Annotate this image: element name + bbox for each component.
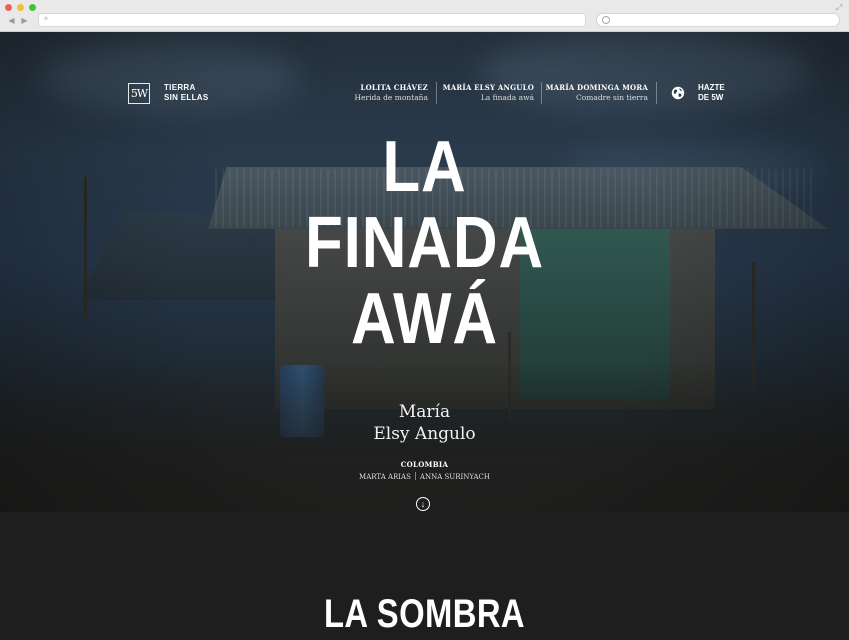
minimize-window-button[interactable]	[17, 4, 24, 11]
hero-subject-name: María	[398, 402, 451, 422]
nav-divider	[656, 82, 657, 104]
nav-item-name: LOLITA CHÁVEZ	[360, 83, 428, 92]
globe-icon[interactable]	[671, 86, 685, 100]
new-tab-icon[interactable]: +	[43, 14, 49, 26]
nav-item-maria-dominga-mora[interactable]: MARÍA DOMINGA MORA Comadre sin tierra	[546, 83, 648, 103]
brand-line: TIERRA	[164, 83, 196, 92]
nav-item-subtitle: Herida de montaña	[354, 93, 429, 102]
next-section-title: LA SOMBRA	[323, 592, 526, 636]
credit-divider	[414, 472, 416, 480]
nav-item-subtitle: Comadre sin tierra	[575, 93, 648, 102]
5w-logo[interactable]: 5W	[128, 83, 150, 104]
join-line: HAZTE	[698, 83, 725, 92]
country-label: COLOMBIA	[400, 460, 449, 469]
nav-divider	[541, 82, 542, 104]
nav-item-subtitle: La finada awá	[480, 93, 534, 102]
history-nav: ◀ ▶	[5, 14, 33, 27]
author-credit[interactable]: MARTA ARIAS	[359, 473, 411, 481]
hero-title-line: LA	[382, 127, 467, 207]
forward-icon[interactable]: ▶	[18, 14, 31, 27]
brand-line: SIN ELLAS	[164, 93, 209, 102]
hero-title-line: FINADA	[304, 203, 545, 283]
author-credit[interactable]: ANNA SURINYACH	[420, 473, 490, 481]
search-icon	[602, 16, 610, 24]
nav-item-name: MARÍA DOMINGA MORA	[545, 83, 648, 92]
back-icon[interactable]: ◀	[5, 14, 18, 27]
nav-item-name: MARÍA ELSY ANGULO	[442, 83, 534, 92]
maximize-window-button[interactable]	[29, 4, 36, 11]
address-bar[interactable]: +	[38, 13, 586, 27]
hero-subject-name: Elsy Angulo	[373, 424, 476, 444]
scroll-down-icon[interactable]: ↓	[416, 497, 430, 511]
join-line: DE 5W	[698, 93, 724, 102]
browser-chrome: ◀ ▶ + ⤢	[0, 0, 849, 32]
browser-search-input[interactable]	[596, 13, 840, 27]
hero-title-line: AWÁ	[350, 279, 499, 359]
join-5w-link[interactable]: HAZTE DE 5W	[698, 83, 725, 103]
nav-divider	[436, 82, 437, 104]
close-window-button[interactable]	[5, 4, 12, 11]
nav-item-maria-elsy-angulo[interactable]: MARÍA ELSY ANGULO La finada awá	[443, 83, 534, 103]
hero-section: 5W TIERRA SIN ELLAS LOLITA CHÁVEZ Herida…	[0, 32, 849, 640]
series-title-link[interactable]: TIERRA SIN ELLAS	[164, 83, 208, 103]
fullscreen-icon[interactable]: ⤢	[836, 3, 845, 12]
nav-item-lolita-chavez[interactable]: LOLITA CHÁVEZ Herida de montaña	[355, 83, 429, 103]
author-credits: MARTA ARIAS ANNA SURINYACH	[0, 472, 849, 481]
